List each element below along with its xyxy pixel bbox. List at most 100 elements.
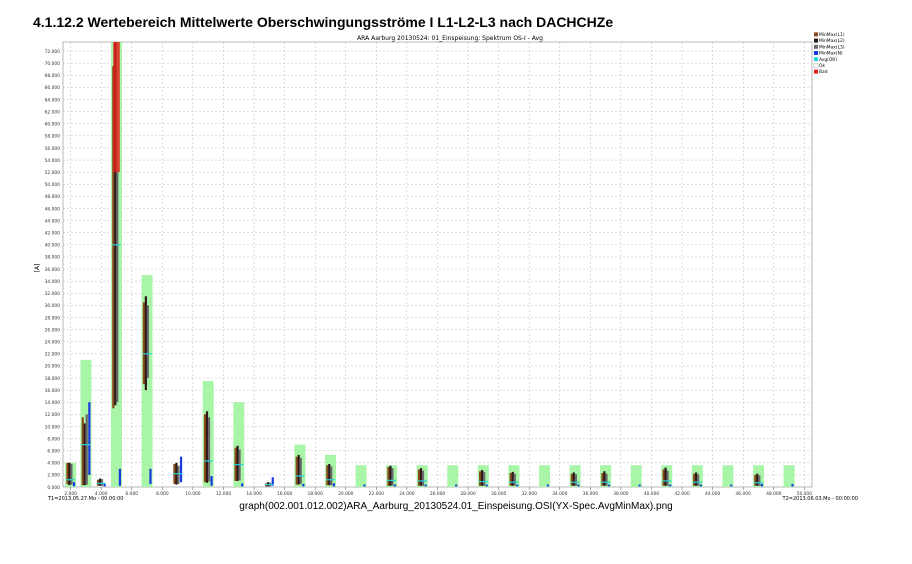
x-tick-label: 48.000 (766, 491, 782, 497)
minmax-bar (664, 467, 667, 486)
minmax-bar (100, 479, 104, 486)
y-tick-label: 70.000 (45, 61, 61, 67)
minmax-bar (205, 411, 209, 483)
y-tick-label: 26.000 (45, 327, 61, 333)
minmax-bar (210, 476, 213, 486)
x-tick-label: 14.000 (246, 491, 262, 497)
y-tick-label: 14.000 (45, 400, 61, 406)
y-tick-label: 38.000 (45, 255, 61, 261)
minmax-bar (393, 484, 397, 487)
minmax-bar (72, 482, 76, 487)
legend-label: Avg(OR) (819, 57, 837, 63)
y-tick-label: 2.000 (47, 473, 60, 479)
minmax-bar (697, 474, 700, 486)
minmax-bar (791, 483, 794, 487)
y-tick-label: 52.000 (45, 170, 61, 176)
minmax-bar (83, 423, 86, 486)
y-tick-label: 28.000 (45, 315, 61, 321)
minmax-bar (149, 468, 152, 484)
y-tick-label: 0.000 (47, 485, 60, 491)
minmax-bar (387, 467, 390, 486)
y-tick-label: 54.000 (45, 158, 61, 164)
x-tick-label: 6.000 (125, 491, 138, 497)
minmax-bar (666, 470, 669, 486)
y-tick-label: 58.000 (45, 134, 61, 140)
minmax-bar (85, 414, 88, 485)
y-tick-label: 20.000 (45, 364, 61, 370)
limit-bar (447, 465, 459, 487)
y-tick-label: 10.000 (45, 424, 61, 430)
minmax-bar (577, 484, 580, 487)
minmax-bar (638, 484, 641, 487)
grid-layer (62, 41, 813, 488)
minmax-bar (570, 473, 573, 486)
minmax-bar (295, 456, 298, 485)
y-tick-label: 42.000 (45, 231, 61, 237)
chart-title: ARA Aarburg 20130524: 01_Einspeisung: Sp… (357, 35, 543, 42)
minmax-bar (146, 305, 149, 379)
minmax-bar (302, 483, 305, 487)
minmax-bar (389, 465, 392, 486)
limit-bar (355, 465, 367, 487)
legend-swatch (814, 57, 818, 62)
legend-swatch (814, 51, 818, 55)
y-tick-label: 32.000 (45, 291, 61, 297)
y-tick-label: 56.000 (45, 146, 61, 152)
minmax-bar (299, 457, 302, 484)
legend-label: MinMax(L2) (819, 38, 845, 44)
minmax-bar (203, 414, 207, 483)
minmax-bar (177, 465, 180, 484)
y-tick-label: 62.000 (45, 109, 61, 115)
minmax-bar (363, 484, 366, 487)
x-tick-label: 42.000 (674, 491, 690, 497)
x-tick-label: 30.000 (491, 491, 507, 497)
minmax-bar (98, 478, 102, 486)
minmax-bar (70, 463, 73, 485)
minmax-bar (391, 468, 394, 486)
legend-label: MinMax(L1) (819, 32, 845, 38)
minmax-bar (483, 471, 486, 486)
y-tick-label: 12.000 (45, 412, 61, 418)
minmax-bar (601, 473, 604, 486)
y-tick-label: 40.000 (45, 243, 61, 249)
x-tick-label: 22.000 (369, 491, 385, 497)
y-tick-label: 22.000 (45, 352, 61, 358)
x-tick-label: 46.000 (736, 491, 752, 497)
minmax-bar (103, 483, 106, 487)
legend-swatch (814, 69, 818, 74)
minmax-bar (88, 402, 91, 475)
minmax-bar (96, 479, 100, 486)
minmax-bar (68, 462, 71, 486)
minmax-bar (760, 483, 763, 487)
minmax-bar (419, 468, 423, 486)
legend-label: Bad (819, 69, 828, 75)
minmax-bar (236, 445, 239, 481)
y-tick-label: 8.000 (47, 436, 60, 442)
minmax-bar (66, 462, 69, 484)
minmax-bar (481, 470, 484, 486)
limit-bar (539, 465, 550, 487)
minmax-bar (485, 484, 488, 487)
minmax-bar (516, 484, 519, 487)
y-tick-label: 60.000 (45, 122, 61, 128)
y-axis-label: [A] (34, 264, 41, 273)
legend-label: MinMax(L3) (819, 44, 845, 50)
minmax-bar (669, 484, 672, 487)
minmax-bar (730, 484, 733, 487)
chart-area: 0.000 2.000 4.000 6.000 8.000 10.000 12.000 14.… (0, 0, 912, 520)
x-tick-label: 10.000 (185, 491, 201, 497)
y-tick-label: 18.000 (45, 376, 61, 382)
x-tick-label: 18.000 (308, 491, 324, 497)
minmax-bar (509, 473, 512, 486)
x-tick-label: 28.000 (460, 491, 476, 497)
y-tick-label: 50.000 (45, 182, 61, 188)
x-tick-label: 40.000 (644, 491, 660, 497)
y-tick-label: 4.000 (47, 461, 60, 467)
legend-label: Ok (819, 63, 825, 69)
minmax-bar (605, 473, 608, 486)
minmax-bar (754, 474, 757, 486)
minmax-bar (179, 456, 183, 483)
y-tick-label: 16.000 (45, 388, 61, 394)
y-tick-label: 72.000 (45, 49, 61, 55)
x-tick-label: 32.000 (522, 491, 538, 497)
